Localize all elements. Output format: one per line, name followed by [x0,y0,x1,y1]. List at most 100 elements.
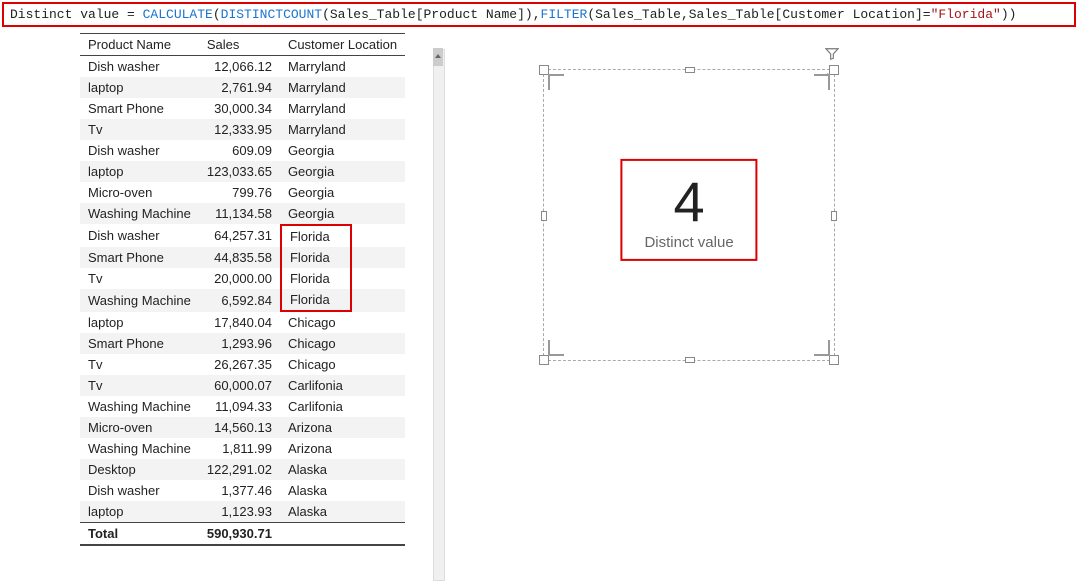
table-row[interactable]: Smart Phone30,000.34Marryland [80,98,405,119]
cell-sales: 122,291.02 [199,459,280,480]
card-value: 4 [644,169,733,234]
cell-product: Washing Machine [80,203,199,224]
cell-sales: 11,134.58 [199,203,280,224]
cell-location: Arizona [280,438,405,459]
cell-product: Dish washer [80,140,199,161]
table-row[interactable]: Tv20,000.00Florida [80,268,405,289]
fn-calculate: CALCULATE [143,7,213,22]
cell-sales: 17,840.04 [199,312,280,333]
table-row[interactable]: Smart Phone44,835.58Florida [80,247,405,268]
cell-sales: 60,000.07 [199,375,280,396]
cell-location: Georgia [280,140,405,161]
table-row[interactable]: Smart Phone1,293.96Chicago [80,333,405,354]
cell-sales: 44,835.58 [199,247,280,268]
cell-location: Florida [280,247,352,268]
measure-name: Distinct value [10,7,119,22]
cell-sales: 12,066.12 [199,56,280,78]
funnel-icon[interactable] [825,48,839,65]
cell-location: Carlifonia [280,396,405,417]
resize-handle[interactable] [685,357,695,363]
cell-sales: 12,333.95 [199,119,280,140]
cell-location: Marryland [280,98,405,119]
cell-sales: 14,560.13 [199,417,280,438]
cell-location: Carlifonia [280,375,405,396]
table-row[interactable]: Tv12,333.95Marryland [80,119,405,140]
cell-location: Alaska [280,501,405,523]
cell-product: Desktop [80,459,199,480]
resize-handle[interactable] [829,355,839,365]
cell-sales: 1,377.46 [199,480,280,501]
cell-sales: 1,811.99 [199,438,280,459]
cell-product: Washing Machine [80,438,199,459]
cell-location: Florida [280,268,352,289]
cell-location: Arizona [280,417,405,438]
cell-product: laptop [80,312,199,333]
corner-mark [548,74,564,90]
table-row[interactable]: Desktop122,291.02Alaska [80,459,405,480]
table-row[interactable]: laptop123,033.65Georgia [80,161,405,182]
table-row[interactable]: Dish washer609.09Georgia [80,140,405,161]
corner-mark [814,340,830,356]
resize-handle[interactable] [831,211,837,221]
table-row[interactable]: laptop17,840.04Chicago [80,312,405,333]
cell-product: Dish washer [80,56,199,78]
cell-product: Washing Machine [80,289,199,312]
cell-product: Micro-oven [80,182,199,203]
table-row[interactable]: laptop2,761.94Marryland [80,77,405,98]
cell-sales: 609.09 [199,140,280,161]
cell-location: Marryland [280,77,405,98]
cell-product: laptop [80,77,199,98]
cell-location: Chicago [280,333,405,354]
scroll-thumb[interactable] [433,48,443,66]
cell-sales: 2,761.94 [199,77,280,98]
col-sales[interactable]: Sales [199,34,280,56]
cell-product: Smart Phone [80,98,199,119]
cell-sales: 799.76 [199,182,280,203]
table-row[interactable]: laptop1,123.93Alaska [80,501,405,523]
cell-location: Florida [280,289,352,312]
table-row[interactable]: Micro-oven14,560.13Arizona [80,417,405,438]
resize-handle[interactable] [539,355,549,365]
cell-product: Tv [80,119,199,140]
cell-location: Georgia [280,161,405,182]
cell-product: Tv [80,268,199,289]
cell-sales: 20,000.00 [199,268,280,289]
cell-location: Marryland [280,119,405,140]
resize-handle[interactable] [685,67,695,73]
cell-sales: 64,257.31 [199,224,280,247]
col-location-highlight: Customer Location [288,37,397,52]
table-row[interactable]: Dish washer12,066.12Marryland [80,56,405,78]
cell-location: Alaska [280,459,405,480]
cell-location: Georgia [280,182,405,203]
cell-sales: 6,592.84 [199,289,280,312]
total-label: Total [80,523,199,546]
table-row[interactable]: Washing Machine11,094.33Carlifonia [80,396,405,417]
cell-product: Dish washer [80,224,199,247]
col-location[interactable]: Customer Location [280,34,405,56]
cell-product: Smart Phone [80,333,199,354]
table-row[interactable]: Micro-oven799.76Georgia [80,182,405,203]
card-visual[interactable]: 4 Distinct value [543,69,835,361]
col-product[interactable]: Product Name [80,34,199,56]
table-row[interactable]: Tv60,000.07Carlifonia [80,375,405,396]
formula-bar[interactable]: Distinct value = CALCULATE(DISTINCTCOUNT… [2,2,1076,27]
table-row[interactable]: Dish washer64,257.31Florida [80,224,405,247]
data-table[interactable]: Product Name Sales Customer Location Dis… [80,33,405,546]
cell-location: Marryland [280,56,405,78]
table-row[interactable]: Washing Machine6,592.84Florida [80,289,405,312]
cell-location: Georgia [280,203,405,224]
cell-product: Tv [80,354,199,375]
table-row[interactable]: Washing Machine11,134.58Georgia [80,203,405,224]
table-row[interactable]: Tv26,267.35Chicago [80,354,405,375]
cell-location: Chicago [280,312,405,333]
scrollbar[interactable] [433,49,445,581]
cell-sales: 26,267.35 [199,354,280,375]
cell-product: laptop [80,501,199,523]
table-row[interactable]: Washing Machine1,811.99Arizona [80,438,405,459]
resize-handle[interactable] [541,211,547,221]
cell-sales: 30,000.34 [199,98,280,119]
resize-handle[interactable] [829,65,839,75]
cell-product: Washing Machine [80,396,199,417]
cell-location: Chicago [280,354,405,375]
table-row[interactable]: Dish washer1,377.46Alaska [80,480,405,501]
